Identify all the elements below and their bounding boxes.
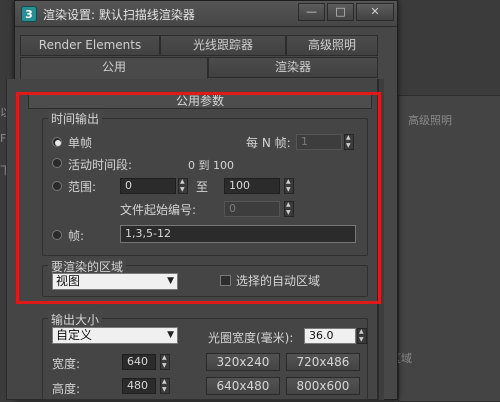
background-tab-text: 高级照明 <box>408 114 452 127</box>
tab-render-elements[interactable]: Render Elements <box>20 35 160 56</box>
height-input[interactable]: 480 <box>122 378 156 394</box>
aperture-width-spinner[interactable] <box>357 328 367 344</box>
preset-320x240-button[interactable]: 320x240 <box>206 353 280 371</box>
width-label: 宽度: <box>52 357 81 371</box>
window-title: 渲染设置: 默认扫描线渲染器 <box>43 8 195 22</box>
close-button[interactable]: ✕ <box>356 3 394 21</box>
output-size-value: 自定义 <box>56 328 93 342</box>
preset-640x480-button[interactable]: 640x480 <box>206 377 280 395</box>
tab-advanced-lighting[interactable]: 高级照明 <box>286 35 378 56</box>
aperture-width-label: 光圈宽度(毫米): <box>208 331 294 345</box>
maximize-button[interactable]: □ <box>327 3 354 21</box>
preset-800x600-button[interactable]: 800x600 <box>286 377 360 395</box>
chevron-down-icon: ▼ <box>167 330 174 340</box>
height-spinner[interactable] <box>160 378 170 394</box>
width-input[interactable]: 640 <box>122 354 156 370</box>
background-panel-right <box>398 95 500 402</box>
aperture-width-input[interactable]: 36.0 <box>304 328 356 344</box>
output-size-label: 输出大小 <box>48 311 103 328</box>
minimize-button[interactable]: — <box>298 3 325 21</box>
title-bar[interactable]: 3 渲染设置: 默认扫描线渲染器 — □ ✕ <box>15 1 397 27</box>
tab-renderer[interactable]: 渲染器 <box>208 57 378 78</box>
height-label: 高度: <box>52 382 81 396</box>
tab-common[interactable]: 公用 <box>20 57 208 79</box>
app-logo-icon: 3 <box>21 6 37 22</box>
preset-720x486-button[interactable]: 720x486 <box>286 353 360 371</box>
width-spinner[interactable] <box>160 354 170 370</box>
highlight-annotation-box <box>16 92 381 304</box>
output-size-dropdown[interactable]: 自定义 ▼ <box>52 327 178 344</box>
tab-raytracer[interactable]: 光线跟踪器 <box>160 35 286 56</box>
